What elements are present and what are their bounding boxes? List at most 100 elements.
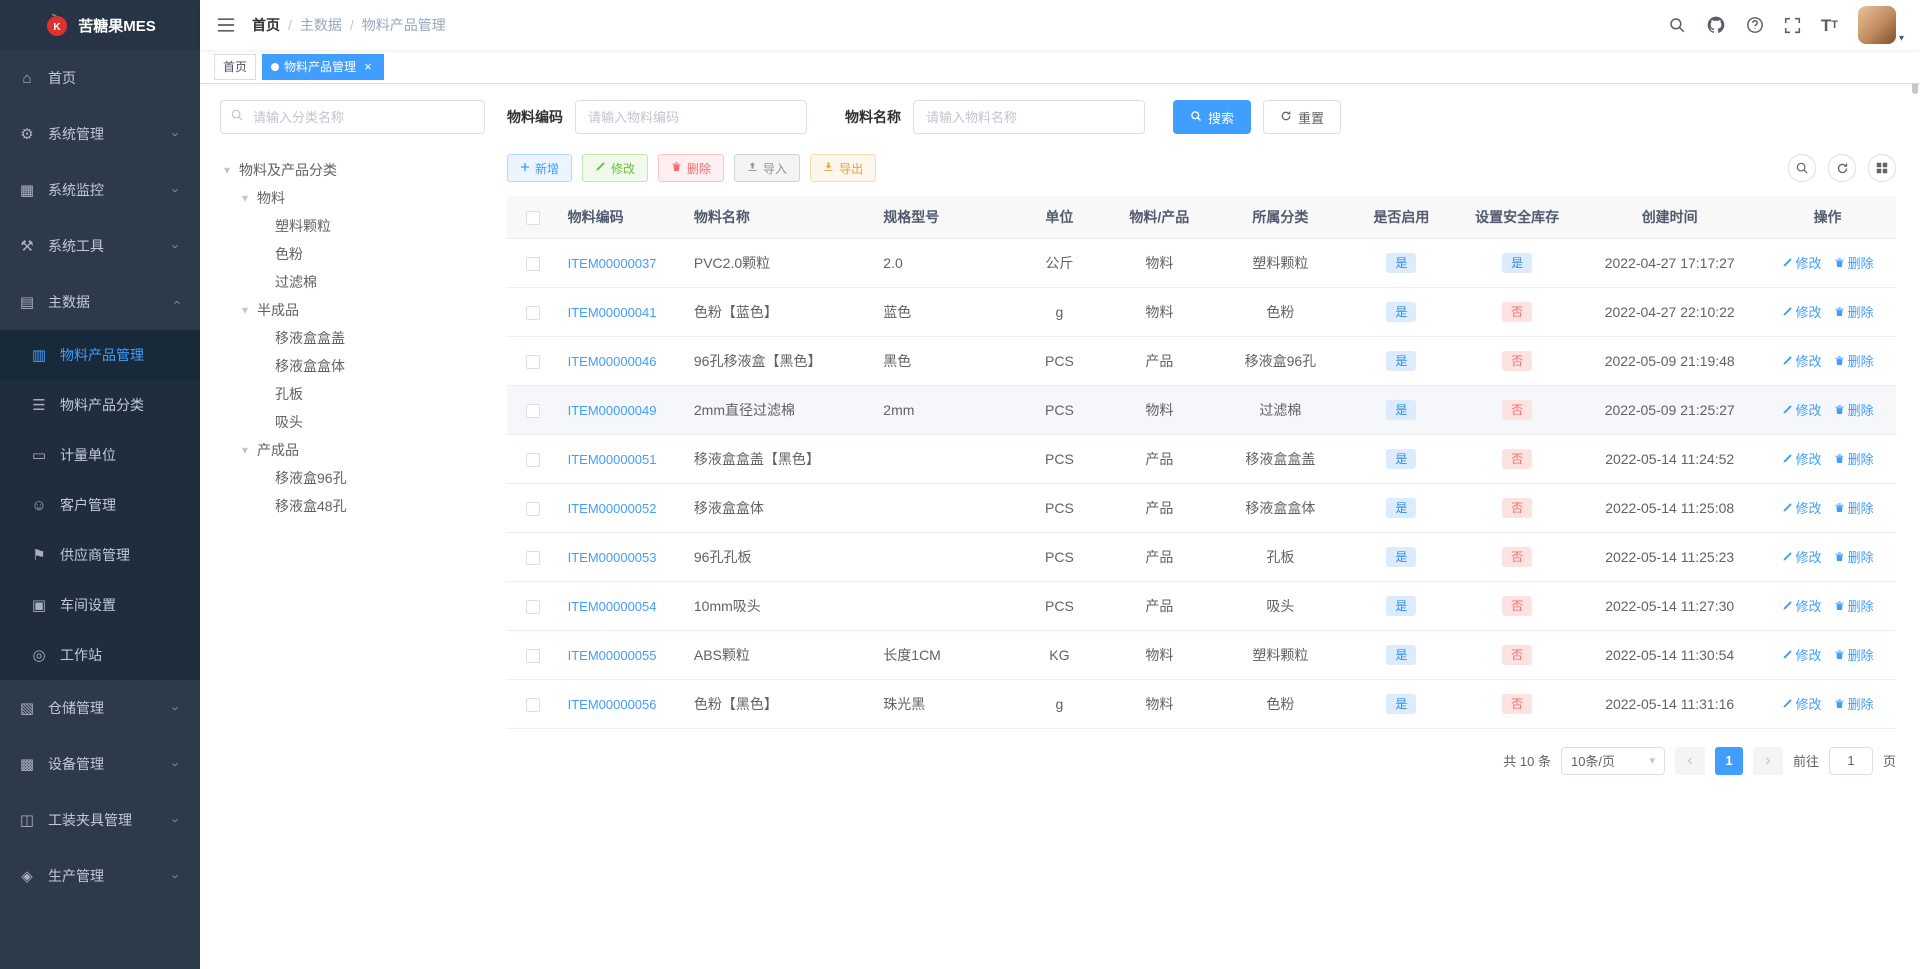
search-icon[interactable] — [1668, 16, 1686, 34]
edit-row-button[interactable]: 修改 — [1782, 449, 1822, 468]
edit-row-button[interactable]: 修改 — [1782, 694, 1822, 713]
page-number-1[interactable]: 1 — [1714, 746, 1743, 775]
material-code-link[interactable]: ITEM00000046 — [568, 354, 657, 369]
delete-row-button[interactable]: 删除 — [1834, 498, 1874, 517]
material-code-link[interactable]: ITEM00000041 — [568, 305, 657, 320]
sidebar-item-home[interactable]: ⌂ 首页 — [0, 50, 200, 106]
sidebar-item-warehouse-management[interactable]: ▧ 仓储管理 › — [0, 680, 200, 736]
tab-home[interactable]: 首页 — [214, 53, 257, 80]
tree-node[interactable]: ▾ 物料 — [220, 184, 485, 212]
breadcrumb-item[interactable]: 主数据 — [300, 15, 342, 35]
edit-row-button[interactable]: 修改 — [1782, 253, 1822, 272]
tree-node[interactable]: ▾ 产成品 — [220, 436, 485, 464]
delete-button[interactable]: 删除 — [658, 154, 725, 182]
sidebar-item-material-product-management[interactable]: ▥ 物料产品管理 — [0, 330, 200, 380]
row-checkbox[interactable] — [526, 697, 541, 712]
user-avatar[interactable]: ▾ — [1857, 6, 1904, 44]
material-code-link[interactable]: ITEM00000052 — [568, 501, 657, 516]
sidebar-item-customer-management[interactable]: ☺ 客户管理 — [0, 480, 200, 530]
row-checkbox[interactable] — [526, 550, 541, 565]
tree-node[interactable]: ▾ 物料及产品分类 — [220, 156, 485, 184]
sidebar-item-supplier-management[interactable]: ⚑ 供应商管理 — [0, 530, 200, 580]
tab-material-product-management[interactable]: 物料产品管理 × — [262, 53, 385, 80]
delete-row-button[interactable]: 删除 — [1834, 253, 1874, 272]
page-size-select[interactable]: 10条/页 ▾ — [1560, 746, 1665, 775]
caret-down-icon[interactable]: ▾ — [220, 163, 234, 177]
app-logo[interactable]: K 苦糖果MES — [0, 0, 200, 50]
import-button[interactable]: 导入 — [734, 154, 801, 182]
add-button[interactable]: 新增 — [507, 154, 573, 182]
delete-row-button[interactable]: 删除 — [1834, 645, 1874, 664]
edit-row-button[interactable]: 修改 — [1782, 302, 1822, 321]
row-checkbox[interactable] — [526, 599, 541, 614]
edit-row-button[interactable]: 修改 — [1782, 351, 1822, 370]
material-code-link[interactable]: ITEM00000055 — [568, 648, 657, 663]
sidebar-item-fixture-management[interactable]: ◫ 工装夹具管理 › — [0, 792, 200, 848]
tree-node[interactable]: ▾移液盒48孔 — [220, 492, 485, 520]
tree-node[interactable]: ▾色粉 — [220, 240, 485, 268]
row-checkbox[interactable] — [526, 648, 541, 663]
caret-down-icon[interactable]: ▾ — [238, 443, 252, 457]
delete-row-button[interactable]: 删除 — [1834, 400, 1874, 419]
fullscreen-icon[interactable] — [1784, 17, 1801, 34]
tree-node[interactable]: ▾移液盒盒体 — [220, 352, 485, 380]
material-code-link[interactable]: ITEM00000056 — [568, 697, 657, 712]
edit-row-button[interactable]: 修改 — [1782, 645, 1822, 664]
delete-row-button[interactable]: 删除 — [1834, 302, 1874, 321]
tree-node[interactable]: ▾孔板 — [220, 380, 485, 408]
tree-node[interactable]: ▾ 半成品 — [220, 296, 485, 324]
delete-row-button[interactable]: 删除 — [1834, 547, 1874, 566]
caret-down-icon[interactable]: ▾ — [238, 303, 252, 317]
sidebar-item-system-monitor[interactable]: ▦ 系统监控 › — [0, 162, 200, 218]
delete-row-button[interactable]: 删除 — [1834, 449, 1874, 468]
row-checkbox[interactable] — [526, 305, 541, 320]
row-checkbox[interactable] — [526, 501, 541, 516]
edit-row-button[interactable]: 修改 — [1782, 596, 1822, 615]
sidebar-item-equipment-management[interactable]: ▩ 设备管理 › — [0, 736, 200, 792]
goto-page-input[interactable] — [1828, 746, 1873, 775]
sidebar-item-master-data[interactable]: ▤ 主数据 › — [0, 274, 200, 330]
font-size-icon[interactable]: TT — [1821, 17, 1838, 34]
sidebar-item-system-admin[interactable]: ⚙ 系统管理 › — [0, 106, 200, 162]
reset-button[interactable]: 重置 — [1263, 100, 1342, 134]
tree-node[interactable]: ▾移液盒96孔 — [220, 464, 485, 492]
sidebar-item-workstation[interactable]: ◎ 工作站 — [0, 630, 200, 680]
close-icon[interactable]: × — [361, 60, 375, 74]
tree-node[interactable]: ▾过滤棉 — [220, 268, 485, 296]
category-search-input[interactable] — [220, 100, 485, 134]
row-checkbox[interactable] — [526, 403, 541, 418]
help-icon[interactable] — [1746, 16, 1764, 34]
select-all-checkbox[interactable] — [526, 210, 541, 225]
search-button[interactable]: 搜索 — [1173, 100, 1252, 134]
row-checkbox[interactable] — [526, 256, 541, 271]
material-code-link[interactable]: ITEM00000054 — [568, 599, 657, 614]
material-name-input[interactable] — [913, 100, 1145, 134]
delete-row-button[interactable]: 删除 — [1834, 351, 1874, 370]
material-code-link[interactable]: ITEM00000051 — [568, 452, 657, 467]
edit-button[interactable]: 修改 — [582, 154, 649, 182]
toggle-search-icon[interactable] — [1788, 154, 1816, 182]
github-icon[interactable] — [1706, 15, 1726, 35]
delete-row-button[interactable]: 删除 — [1834, 596, 1874, 615]
grid-columns-icon[interactable] — [1868, 154, 1896, 182]
row-checkbox[interactable] — [526, 452, 541, 467]
export-button[interactable]: 导出 — [810, 154, 877, 182]
material-code-link[interactable]: ITEM00000037 — [568, 256, 657, 271]
sidebar-item-system-tools[interactable]: ⚒ 系统工具 › — [0, 218, 200, 274]
caret-down-icon[interactable]: ▾ — [238, 191, 252, 205]
sidebar-item-workshop-settings[interactable]: ▣ 车间设置 — [0, 580, 200, 630]
refresh-icon[interactable] — [1828, 154, 1856, 182]
next-page-button[interactable]: › — [1752, 746, 1783, 775]
prev-page-button[interactable]: ‹ — [1674, 746, 1705, 775]
sidebar-item-material-product-category[interactable]: ☰ 物料产品分类 — [0, 380, 200, 430]
material-code-link[interactable]: ITEM00000049 — [568, 403, 657, 418]
tree-node[interactable]: ▾塑料颗粒 — [220, 212, 485, 240]
delete-row-button[interactable]: 删除 — [1834, 694, 1874, 713]
edit-row-button[interactable]: 修改 — [1782, 400, 1822, 419]
material-code-link[interactable]: ITEM00000053 — [568, 550, 657, 565]
edit-row-button[interactable]: 修改 — [1782, 498, 1822, 517]
sidebar-item-measure-unit[interactable]: ▭ 计量单位 — [0, 430, 200, 480]
tree-node[interactable]: ▾移液盒盒盖 — [220, 324, 485, 352]
sidebar-item-production-management[interactable]: ◈ 生产管理 › — [0, 848, 200, 904]
hamburger-icon[interactable] — [216, 15, 236, 35]
